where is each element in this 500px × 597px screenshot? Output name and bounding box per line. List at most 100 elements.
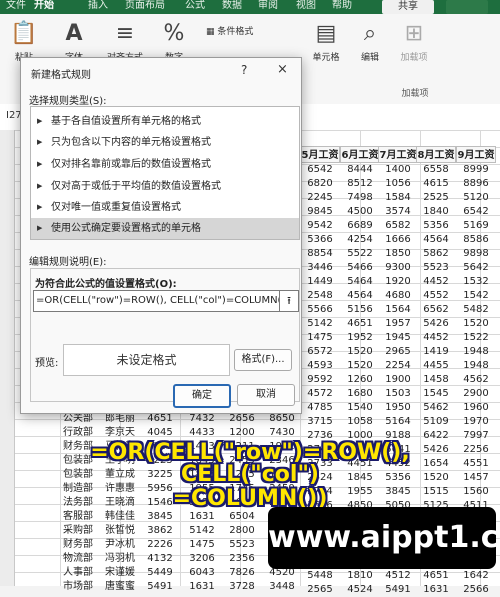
table-cell[interactable]: 7430 <box>262 426 302 440</box>
tab-data[interactable]: 数据 <box>222 0 242 14</box>
table-cell[interactable]: 4045 <box>140 426 180 440</box>
tab-file[interactable]: 文件 <box>6 0 26 14</box>
collapse-dialog-button[interactable]: ⭱ <box>279 290 299 312</box>
table-cell[interactable]: 5523 <box>416 261 456 275</box>
rule-type-list[interactable]: ▶ 基于各自值设置所有单元格的格式 ▶ 只为包含以下内容的单元格设置格式 ▶ 仅对排名… <box>30 106 300 240</box>
table-cell[interactable]: 1400 <box>378 163 418 177</box>
table-cell[interactable]: 5466 <box>340 261 380 275</box>
table-cell[interactable]: 2548 <box>300 289 340 303</box>
table-cell[interactable]: 6542 <box>300 163 340 177</box>
table-cell[interactable]: 1952 <box>340 331 380 345</box>
table-cell[interactable]: 5523 <box>222 538 262 552</box>
rule-item-top-bottom[interactable]: ▶ 仅对排名靠前或靠后的数值设置格式 <box>31 154 299 175</box>
table-cell[interactable]: 4552 <box>416 289 456 303</box>
table-cell[interactable]: 9542 <box>300 219 340 233</box>
table-cell[interactable]: 5366 <box>300 233 340 247</box>
table-cell[interactable]: 6422 <box>416 429 456 443</box>
table-cell[interactable]: 8444 <box>340 163 380 177</box>
table-cell[interactable]: 4593 <box>300 359 340 373</box>
column-header[interactable]: 6月工资 <box>340 146 380 163</box>
share-button[interactable]: 共享 <box>382 0 434 14</box>
table-cell[interactable]: 2965 <box>378 345 418 359</box>
table-cell[interactable]: 1058 <box>340 415 380 429</box>
table-cell[interactable]: 1449 <box>300 275 340 289</box>
table-cell[interactable]: 1957 <box>378 317 418 331</box>
table-cell[interactable]: 2800 <box>222 524 262 538</box>
table-cell[interactable]: 1545 <box>416 387 456 401</box>
table-cell[interactable]: 4452 <box>416 331 456 345</box>
table-cell[interactable]: 1850 <box>378 247 418 261</box>
table-cell[interactable]: 5862 <box>416 247 456 261</box>
table-cell[interactable]: 李京天 <box>100 426 140 440</box>
table-cell[interactable]: 5491 <box>140 580 180 594</box>
table-cell[interactable]: 3446 <box>300 261 340 275</box>
column-header[interactable]: 5月工资 <box>300 146 340 163</box>
tab-review[interactable]: 审阅 <box>258 0 278 14</box>
table-cell[interactable]: 人事部 <box>58 566 98 580</box>
table-cell[interactable]: 采购部 <box>58 524 98 538</box>
table-cell[interactable]: 5566 <box>300 303 340 317</box>
table-cell[interactable]: 1419 <box>416 345 456 359</box>
table-cell[interactable]: 2566 <box>456 583 496 597</box>
table-cell[interactable]: 4651 <box>340 317 380 331</box>
table-cell[interactable]: 1522 <box>456 331 496 345</box>
table-cell[interactable]: 宋谨媛 <box>100 566 140 580</box>
table-cell[interactable]: 1458 <box>416 373 456 387</box>
table-cell[interactable]: 8512 <box>340 177 380 191</box>
table-cell[interactable]: 3715 <box>300 415 340 429</box>
table-cell[interactable]: 1642 <box>456 569 496 583</box>
table-cell[interactable]: 4785 <box>300 401 340 415</box>
table-cell[interactable]: 6542 <box>456 205 496 219</box>
table-cell[interactable]: 7997 <box>456 429 496 443</box>
table-cell[interactable]: 1056 <box>378 177 418 191</box>
table-cell[interactable]: 3448 <box>262 580 302 594</box>
table-cell[interactable]: 1631 <box>416 583 456 597</box>
table-cell[interactable]: 6562 <box>416 303 456 317</box>
table-cell[interactable]: 郎毛丽 <box>100 412 140 426</box>
table-cell[interactable]: 4452 <box>416 275 456 289</box>
table-cell[interactable]: 8854 <box>300 247 340 261</box>
table-cell[interactable]: 客服部 <box>58 510 98 524</box>
table-cell[interactable]: 公关部 <box>58 412 98 426</box>
table-cell[interactable]: 4562 <box>456 373 496 387</box>
rule-item-unique-duplicate[interactable]: ▶ 仅对唯一值或重复值设置格式 <box>31 197 299 218</box>
table-cell[interactable]: 1680 <box>340 387 380 401</box>
rule-item-contains[interactable]: ▶ 只为包含以下内容的单元格设置格式 <box>31 132 299 153</box>
help-icon[interactable]: ? <box>241 63 247 77</box>
table-cell[interactable]: 2900 <box>456 387 496 401</box>
table-cell[interactable]: 1475 <box>300 331 340 345</box>
table-cell[interactable]: 1520 <box>340 359 380 373</box>
table-cell[interactable]: 4680 <box>378 289 418 303</box>
table-cell[interactable]: 1666 <box>378 233 418 247</box>
table-cell[interactable]: 6043 <box>182 566 222 580</box>
table-cell[interactable]: 5120 <box>456 191 496 205</box>
tab-home[interactable]: 开始 <box>34 0 54 14</box>
table-cell[interactable]: 3845 <box>140 510 180 524</box>
table-cell[interactable]: 1260 <box>340 373 380 387</box>
account-button[interactable] <box>446 0 488 14</box>
table-cell[interactable]: 5448 <box>300 569 340 583</box>
rule-item-use-formula[interactable]: ▶ 使用公式确定要设置格式的单元格 <box>31 218 299 239</box>
table-cell[interactable]: 5169 <box>456 219 496 233</box>
ok-button[interactable]: 确定 <box>173 384 231 408</box>
tab-page-layout[interactable]: 页面布局 <box>125 0 165 14</box>
table-cell[interactable]: 1950 <box>378 401 418 415</box>
cancel-button[interactable]: 取消 <box>237 384 295 406</box>
table-cell[interactable]: 1475 <box>182 538 222 552</box>
table-cell[interactable]: 4433 <box>182 426 222 440</box>
table-cell[interactable]: 唐蜜蜜 <box>100 580 140 594</box>
tab-insert[interactable]: 插入 <box>88 0 108 14</box>
table-cell[interactable]: 1948 <box>456 359 496 373</box>
table-cell[interactable]: 6820 <box>300 177 340 191</box>
table-cell[interactable]: 2656 <box>222 412 262 426</box>
table-cell[interactable]: 1503 <box>378 387 418 401</box>
table-cell[interactable]: 4455 <box>416 359 456 373</box>
table-cell[interactable]: 8650 <box>262 412 302 426</box>
edit-button[interactable]: ⌕ 编辑 <box>352 22 388 64</box>
table-cell[interactable]: 2254 <box>378 359 418 373</box>
tab-formulas[interactable]: 公式 <box>185 0 205 14</box>
table-cell[interactable]: 5449 <box>140 566 180 580</box>
table-cell[interactable]: 4572 <box>300 387 340 401</box>
table-cell[interactable]: 8896 <box>456 177 496 191</box>
tab-help[interactable]: 帮助 <box>332 0 352 14</box>
